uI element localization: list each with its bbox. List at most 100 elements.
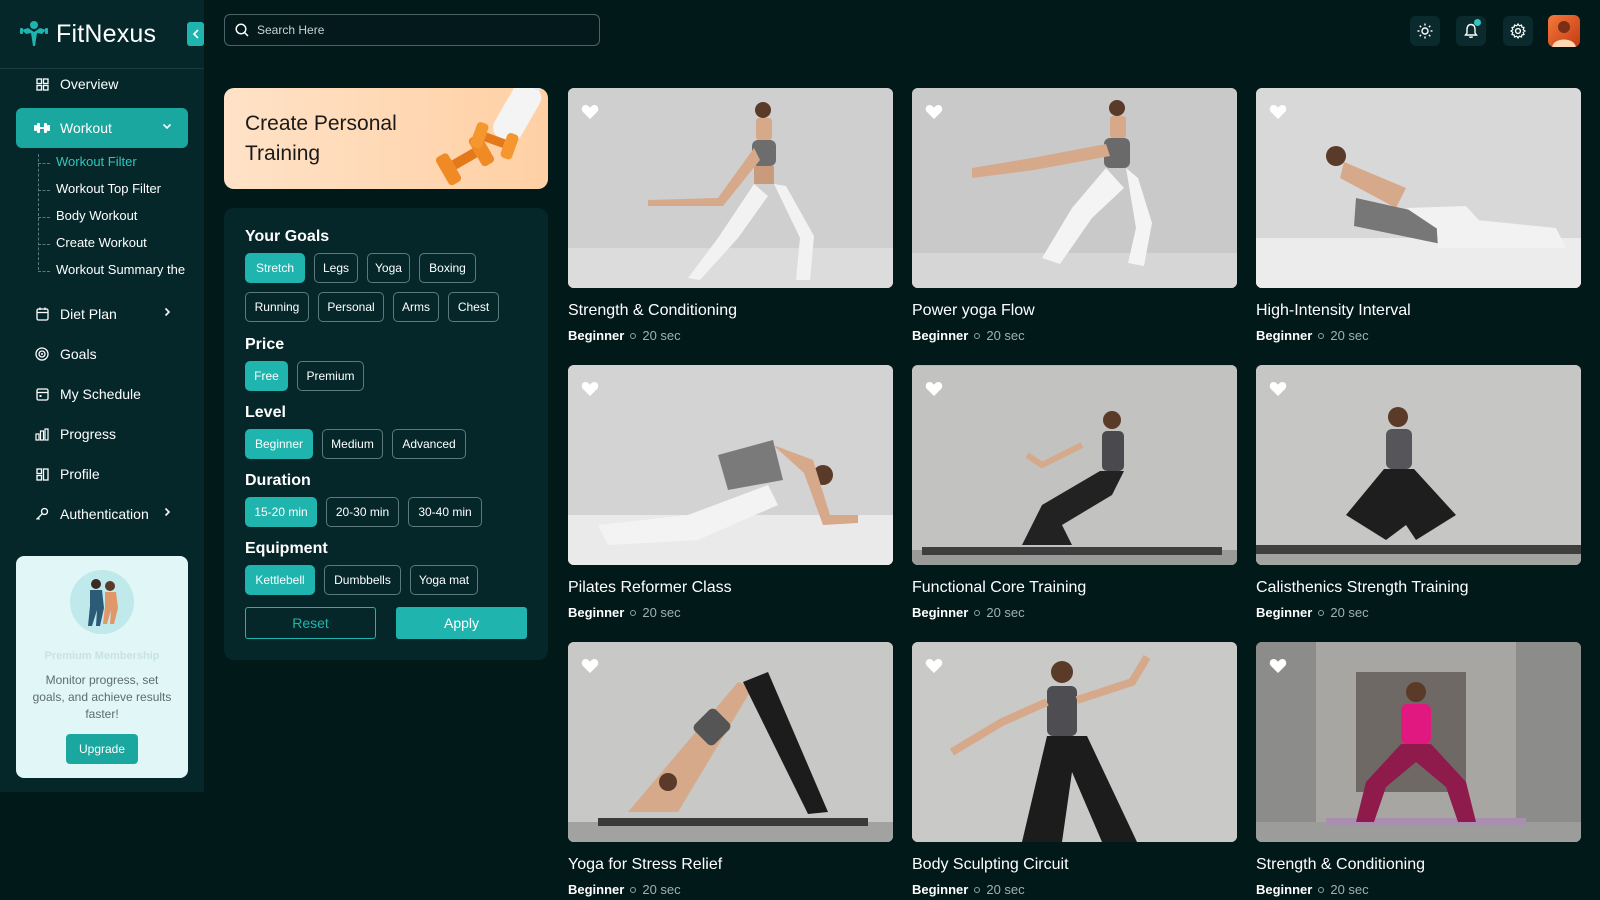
- workout-level: Beginner: [568, 882, 625, 897]
- workout-title: Yoga for Stress Relief: [568, 856, 723, 873]
- workout-card[interactable]: Body Sculpting Circuit Beginner 20 sec: [912, 642, 1237, 900]
- duration-chip-20-30[interactable]: 20-30 min: [326, 497, 399, 527]
- sidebar-item-my-schedule[interactable]: My Schedule: [16, 374, 188, 414]
- goal-chip-arms[interactable]: Arms: [393, 292, 439, 322]
- settings-button[interactable]: [1503, 16, 1533, 46]
- dashboard-icon: [34, 76, 50, 92]
- workout-title: Strength & Conditioning: [568, 302, 737, 319]
- duration-title: Duration: [245, 472, 311, 489]
- sidebar-item-goals[interactable]: Goals: [16, 334, 188, 374]
- workout-image[interactable]: [1256, 88, 1581, 288]
- duration-chip-15-20[interactable]: 15-20 min: [245, 497, 317, 527]
- goal-chip-personal[interactable]: Personal: [318, 292, 384, 322]
- submenu-item-workout-top-filter[interactable]: Workout Top Filter: [38, 181, 161, 199]
- workout-card[interactable]: Power yoga Flow Beginner 20 sec: [912, 88, 1237, 358]
- workout-card[interactable]: Pilates Reformer Class Beginner 20 sec: [568, 365, 893, 635]
- search-input[interactable]: [257, 23, 577, 37]
- workout-level: Beginner: [1256, 882, 1313, 897]
- workout-image[interactable]: [568, 365, 893, 565]
- heart-icon[interactable]: [1269, 381, 1287, 397]
- sidebar-divider: [0, 68, 204, 69]
- sidebar-item-label: Workout: [60, 120, 112, 136]
- workout-image[interactable]: [912, 365, 1237, 565]
- workout-duration: 20 sec: [986, 605, 1025, 620]
- workout-image[interactable]: [912, 642, 1237, 842]
- equipment-chip-dumbbells[interactable]: Dumbbells: [324, 565, 401, 595]
- submenu-item-body-workout[interactable]: Body Workout: [38, 208, 137, 226]
- dumbbell-bottle-illustration: [435, 88, 544, 186]
- sidebar-item-label: Progress: [60, 426, 117, 442]
- workout-card[interactable]: Calisthenics Strength Training Beginner …: [1256, 365, 1581, 635]
- heart-icon[interactable]: [1269, 658, 1287, 674]
- separator-dot: [974, 886, 981, 893]
- submenu-item-label: Workout Filter: [56, 154, 137, 169]
- heart-icon[interactable]: [1269, 104, 1287, 120]
- workout-image[interactable]: [1256, 642, 1581, 842]
- create-training-banner[interactable]: Create Personal Training: [224, 88, 548, 189]
- target-icon: [34, 346, 50, 362]
- heart-icon[interactable]: [925, 381, 943, 397]
- level-chip-medium[interactable]: Medium: [322, 429, 383, 459]
- sidebar-item-profile[interactable]: Profile: [16, 454, 188, 494]
- workout-card[interactable]: Functional Core Training Beginner 20 sec: [912, 365, 1237, 635]
- workout-image[interactable]: [568, 642, 893, 842]
- heart-icon[interactable]: [925, 104, 943, 120]
- apply-button[interactable]: Apply: [396, 607, 527, 639]
- submenu-item-workout-summary[interactable]: Workout Summary the: [38, 262, 185, 280]
- level-chip-beginner[interactable]: Beginner: [245, 429, 313, 459]
- workout-duration: 20 sec: [986, 328, 1025, 343]
- price-chip-free[interactable]: Free: [245, 361, 288, 391]
- goal-chip-running[interactable]: Running: [245, 292, 309, 322]
- submenu-item-create-workout[interactable]: Create Workout: [38, 235, 147, 253]
- workout-card[interactable]: High-Intensity Interval Beginner 20 sec: [1256, 88, 1581, 358]
- sidebar-item-label: Overview: [60, 76, 119, 92]
- goal-chip-yoga[interactable]: Yoga: [367, 253, 410, 283]
- reset-button[interactable]: Reset: [245, 607, 376, 639]
- premium-promo-card: Premium Membership Monitor progress, set…: [16, 556, 188, 778]
- workout-image[interactable]: [568, 88, 893, 288]
- user-avatar[interactable]: [1548, 15, 1580, 47]
- sidebar-item-progress[interactable]: Progress: [16, 414, 188, 454]
- equipment-chip-kettlebell[interactable]: Kettlebell: [245, 565, 315, 595]
- goal-chip-legs[interactable]: Legs: [314, 253, 358, 283]
- workout-level: Beginner: [912, 882, 969, 897]
- workout-card[interactable]: Yoga for Stress Relief Beginner 20 sec: [568, 642, 893, 900]
- bar-chart-icon: [34, 426, 50, 442]
- level-chip-advanced[interactable]: Advanced: [392, 429, 466, 459]
- heart-icon[interactable]: [581, 104, 599, 120]
- separator-dot: [1318, 332, 1325, 339]
- sidebar: FitNexus Overview Workout Workout Filter: [0, 0, 204, 792]
- sidebar-item-label: Authentication: [60, 506, 149, 522]
- heart-icon[interactable]: [581, 381, 599, 397]
- notifications-button[interactable]: [1456, 16, 1486, 46]
- sun-icon: [1417, 23, 1433, 39]
- premium-illustration: [70, 570, 134, 634]
- sidebar-item-authentication[interactable]: Authentication: [16, 494, 188, 534]
- equipment-chip-yoga-mat[interactable]: Yoga mat: [410, 565, 478, 595]
- app-logo[interactable]: FitNexus: [18, 16, 156, 52]
- search-bar[interactable]: [224, 14, 600, 46]
- sidebar-item-diet-plan[interactable]: Diet Plan: [16, 294, 188, 334]
- submenu-item-workout-filter[interactable]: Workout Filter: [38, 154, 137, 172]
- workout-card[interactable]: Strength & Conditioning Beginner 20 sec: [1256, 642, 1581, 900]
- separator-dot: [974, 332, 981, 339]
- duration-chip-30-40[interactable]: 30-40 min: [408, 497, 482, 527]
- workout-duration: 20 sec: [986, 882, 1025, 897]
- notification-dot: [1474, 19, 1481, 26]
- heart-icon[interactable]: [581, 658, 599, 674]
- heart-icon[interactable]: [925, 658, 943, 674]
- workout-image[interactable]: [912, 88, 1237, 288]
- price-chip-premium[interactable]: Premium: [297, 361, 364, 391]
- sidebar-item-overview[interactable]: Overview: [16, 70, 188, 98]
- collapse-sidebar-button[interactable]: [187, 22, 204, 46]
- sidebar-item-label: Profile: [60, 466, 100, 482]
- sidebar-item-workout[interactable]: Workout: [16, 108, 188, 148]
- goal-chip-stretch[interactable]: Stretch: [245, 253, 305, 283]
- theme-toggle-button[interactable]: [1410, 16, 1440, 46]
- workout-card[interactable]: Strength & Conditioning Beginner 20 sec: [568, 88, 893, 358]
- upgrade-button[interactable]: Upgrade: [66, 734, 138, 764]
- workout-level: Beginner: [1256, 605, 1313, 620]
- workout-image[interactable]: [1256, 365, 1581, 565]
- goal-chip-boxing[interactable]: Boxing: [419, 253, 476, 283]
- goal-chip-chest[interactable]: Chest: [448, 292, 499, 322]
